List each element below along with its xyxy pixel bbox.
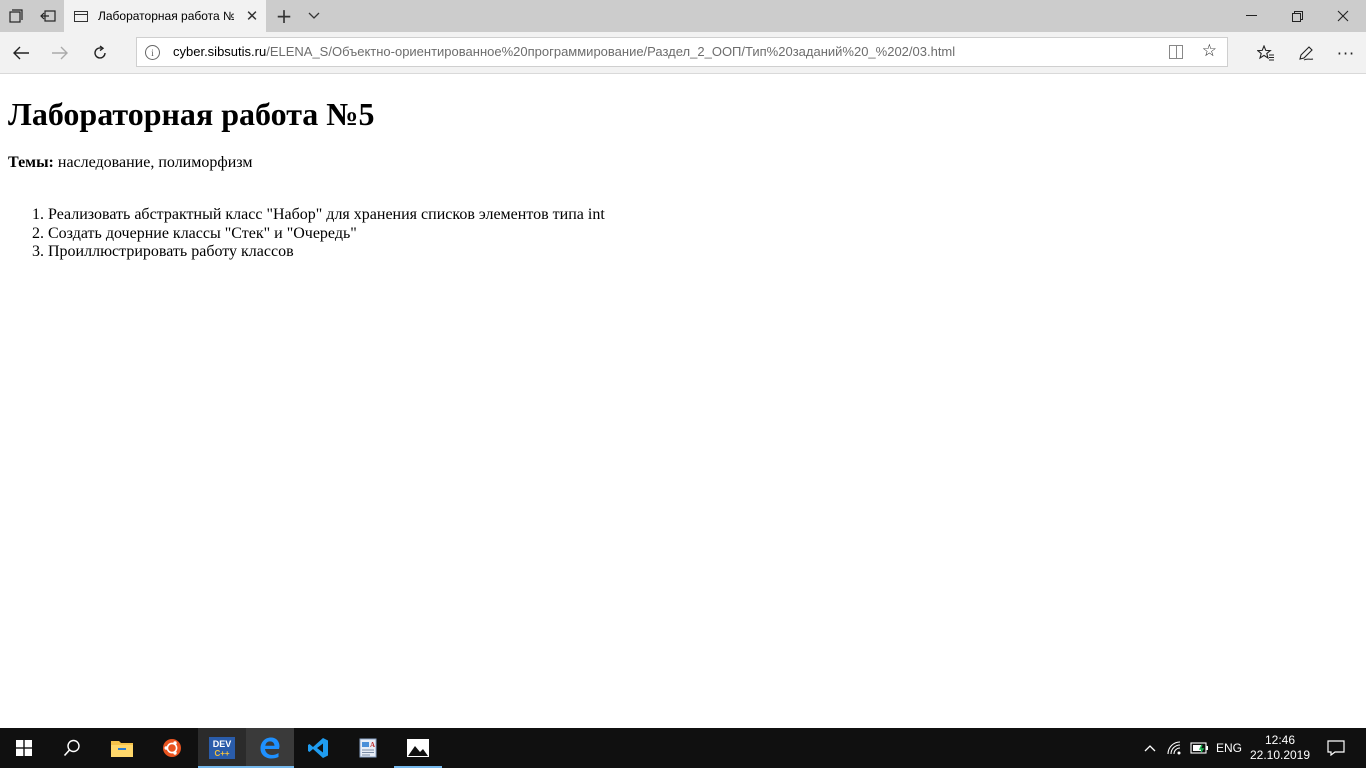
url-host: cyber.sibsutis.ru — [173, 44, 267, 59]
task-list: Реализовать абстрактный класс "Набор" дл… — [0, 206, 605, 262]
list-item: Проиллюстрировать работу классов — [48, 243, 605, 262]
minimize-icon[interactable] — [1228, 0, 1274, 32]
tab-manager-icon[interactable] — [0, 0, 32, 32]
tab-active[interactable]: Лабораторная работа №5 ✕ — [64, 0, 266, 32]
windows-start-icon[interactable] — [0, 728, 48, 768]
forward-icon[interactable] — [43, 36, 77, 70]
clock[interactable]: 12:46 22.10.2019 — [1248, 728, 1312, 768]
devcpp-app[interactable]: DEV C++ — [198, 728, 246, 768]
tab-title: Лабораторная работа №5 — [98, 9, 234, 23]
ubuntu-icon[interactable] — [148, 728, 196, 768]
back-icon[interactable] — [4, 36, 38, 70]
restore-icon[interactable] — [1274, 0, 1320, 32]
list-item: Реализовать абстрактный класс "Набор" дл… — [48, 206, 605, 225]
search-icon[interactable] — [48, 728, 96, 768]
vscode-icon[interactable] — [294, 728, 342, 768]
clock-time: 12:46 — [1264, 733, 1296, 747]
pen-icon[interactable] — [1289, 36, 1323, 70]
devcpp-label-bottom: C++ — [214, 749, 229, 758]
notifications-icon[interactable] — [1316, 728, 1356, 768]
chevron-down-icon[interactable] — [300, 0, 328, 32]
page-icon — [74, 10, 88, 22]
topics-value: наследование, полиморфизм — [53, 154, 253, 171]
photos-icon[interactable] — [394, 728, 442, 768]
refresh-icon[interactable] — [83, 36, 117, 70]
topics-line: Темы: наследование, полиморфизм — [8, 154, 253, 172]
site-info-icon[interactable]: i — [145, 45, 160, 60]
page-title: Лабораторная работа №5 — [8, 96, 375, 132]
url-path: /ELENA_S/Объектно-ориентированное%20прог… — [266, 44, 956, 59]
file-explorer-icon[interactable] — [98, 728, 146, 768]
close-tab-icon[interactable]: ✕ — [244, 7, 260, 25]
page-content: Лабораторная работа №5 Темы: наследовани… — [0, 74, 1366, 728]
wifi-icon[interactable] — [1164, 728, 1186, 768]
navigation-bar: i cyber.sibsutis.ru/ELENA_S/Объектно-ори… — [0, 32, 1366, 74]
close-window-icon[interactable] — [1320, 0, 1366, 32]
set-tabs-aside-icon[interactable] — [32, 0, 64, 32]
title-bar: Лабораторная работа №5 ✕ + — [0, 0, 1366, 32]
chevron-up-icon[interactable] — [1140, 728, 1160, 768]
list-item: Создать дочерние классы "Стек" и "Очеред… — [48, 225, 605, 244]
favorites-icon[interactable] — [1249, 36, 1283, 70]
url-text[interactable]: cyber.sibsutis.ru/ELENA_S/Объектно-ориен… — [173, 44, 955, 59]
edge-browser-icon[interactable] — [246, 728, 294, 768]
clock-date: 22.10.2019 — [1249, 748, 1311, 762]
more-options-icon[interactable]: ··· — [1329, 36, 1363, 70]
topics-label: Темы: — [8, 154, 54, 171]
reading-view-icon[interactable] — [1169, 45, 1183, 59]
address-bar[interactable]: i cyber.sibsutis.ru/ELENA_S/Объектно-ори… — [136, 37, 1228, 67]
favorite-star-icon[interactable]: ☆ — [1202, 41, 1217, 61]
battery-icon[interactable] — [1188, 728, 1212, 768]
wordpad-glyph: A — [370, 741, 375, 749]
language-indicator[interactable]: ENG — [1212, 728, 1246, 768]
taskbar: DEV C++ A ENG 12:46 22.10.2019 — [0, 728, 1366, 768]
devcpp-label-top: DEV — [213, 739, 232, 749]
wordpad-icon[interactable]: A — [344, 728, 392, 768]
new-tab-icon[interactable]: + — [270, 0, 298, 32]
